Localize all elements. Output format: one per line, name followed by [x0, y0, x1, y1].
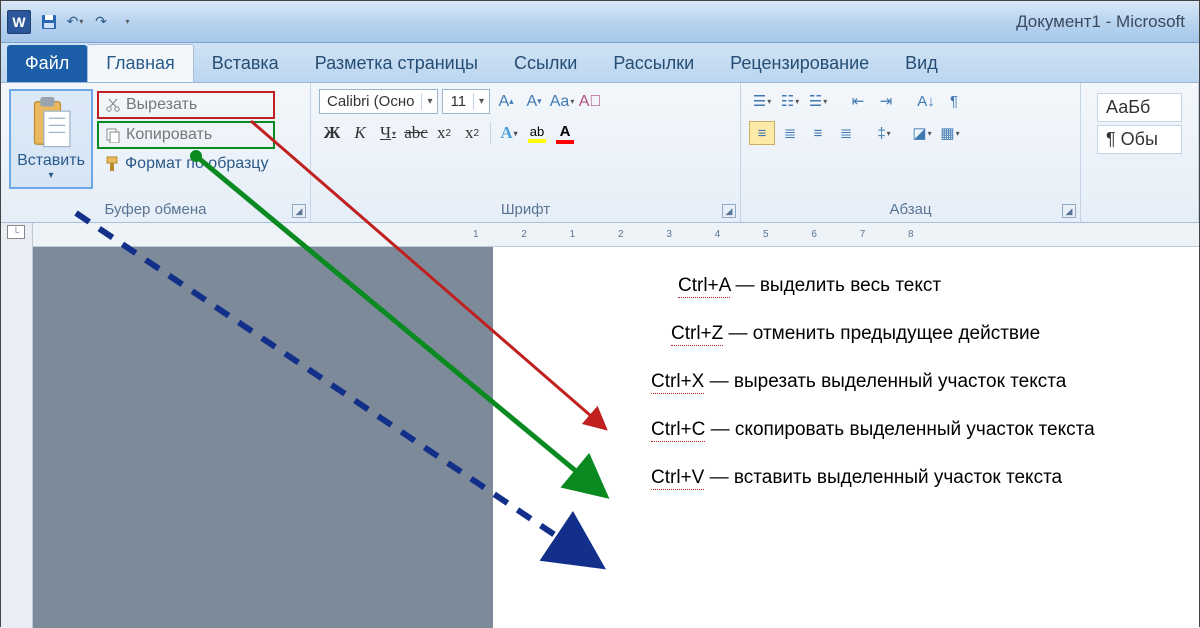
redo-icon[interactable]: ↷	[89, 10, 113, 34]
tab-references[interactable]: Ссылки	[496, 45, 595, 82]
group-font: Calibri (Осно▾ 11▾ A▴ A▾ Aa▾ A⃠ Ж К Ч▾ a…	[311, 83, 741, 222]
copy-label: Копировать	[126, 126, 212, 144]
quick-access-toolbar: ↶▾ ↷ ▾	[37, 10, 139, 34]
increase-indent-icon[interactable]: ⇥	[873, 89, 899, 113]
font-size-combo[interactable]: 11▾	[442, 89, 490, 114]
vertical-ruler: └	[1, 223, 33, 628]
tab-insert[interactable]: Вставка	[194, 45, 297, 82]
paste-dropdown-icon[interactable]: ▾	[48, 170, 53, 181]
grow-font-icon[interactable]: A▴	[494, 90, 518, 114]
save-icon[interactable]	[37, 10, 61, 34]
title-bar: W ↶▾ ↷ ▾ Документ1 - Microsoft	[1, 1, 1199, 43]
cut-label: Вырезать	[126, 96, 197, 114]
style-preview-2[interactable]: ¶ Обы	[1097, 125, 1182, 154]
italic-button[interactable]: К	[347, 120, 373, 146]
font-color-button[interactable]: A	[552, 123, 578, 144]
ribbon: Вставить ▾ Вырезать Копировать Формат по…	[1, 83, 1199, 223]
qat-customize-icon[interactable]: ▾	[115, 10, 139, 34]
tab-review[interactable]: Рецензирование	[712, 45, 887, 82]
align-center-icon[interactable]: ≣	[777, 121, 803, 145]
font-name-combo[interactable]: Calibri (Осно▾	[319, 89, 438, 114]
undo-icon[interactable]: ↶▾	[63, 10, 87, 34]
doc-line-2: Ctrl+Z — отменить предыдущее действие	[671, 323, 1179, 345]
horizontal-ruler: 1 2 1 2 3 4 5 6 7 8	[33, 223, 1199, 247]
scissors-icon	[105, 97, 121, 113]
group-styles: АаБб ¶ Обы	[1081, 83, 1199, 222]
font-name-value: Calibri (Осно	[320, 90, 421, 113]
paste-icon	[27, 97, 75, 149]
font-launcher-icon[interactable]: ◢	[722, 204, 736, 218]
paste-button[interactable]: Вставить ▾	[9, 89, 93, 189]
line-spacing-icon[interactable]: ‡▾	[871, 121, 897, 145]
clipboard-launcher-icon[interactable]: ◢	[292, 204, 306, 218]
clear-format-icon[interactable]: A⃠	[578, 90, 602, 114]
show-marks-icon[interactable]: ¶	[941, 89, 967, 113]
page[interactable]: Ctrl+A — выделить весь текст Ctrl+Z — от…	[493, 247, 1199, 628]
strike-button[interactable]: abc	[403, 120, 429, 146]
document-area: Ctrl+A — выделить весь текст Ctrl+Z — от…	[33, 247, 1199, 628]
chevron-down-icon[interactable]: ▾	[421, 93, 437, 110]
doc-line-3: Ctrl+X — вырезать выделенный участок тек…	[651, 371, 1179, 393]
document-title: Документ1 - Microsoft	[1016, 12, 1193, 32]
sort-icon[interactable]: A↓	[913, 89, 939, 113]
multilevel-icon[interactable]: ☱▾	[805, 89, 831, 113]
page-margin	[33, 247, 493, 628]
bold-button[interactable]: Ж	[319, 120, 345, 146]
change-case-icon[interactable]: Aa▾	[550, 90, 574, 114]
tab-mailings[interactable]: Рассылки	[595, 45, 712, 82]
paragraph-launcher-icon[interactable]: ◢	[1062, 204, 1076, 218]
copy-button[interactable]: Копировать	[97, 121, 275, 149]
format-painter-label: Формат по образцу	[125, 155, 268, 173]
numbering-icon[interactable]: ☷▾	[777, 89, 803, 113]
doc-line-5: Ctrl+V — вставить выделенный участок тек…	[651, 467, 1179, 489]
bullets-icon[interactable]: ☰▾	[749, 89, 775, 113]
highlight-button[interactable]: ab	[524, 124, 550, 143]
decrease-indent-icon[interactable]: ⇤	[845, 89, 871, 113]
tab-home[interactable]: Главная	[87, 44, 194, 82]
shading-icon[interactable]: ◪▾	[909, 121, 935, 145]
group-font-title: Шрифт	[319, 199, 732, 220]
ribbon-tabs: Файл Главная Вставка Разметка страницы С…	[1, 43, 1199, 83]
format-painter-button[interactable]: Формат по образцу	[97, 151, 275, 177]
subscript-button[interactable]: x2	[431, 120, 457, 146]
format-painter-icon	[104, 156, 120, 172]
group-clipboard: Вставить ▾ Вырезать Копировать Формат по…	[1, 83, 311, 222]
superscript-button[interactable]: x2	[459, 120, 485, 146]
tab-layout[interactable]: Разметка страницы	[297, 45, 496, 82]
underline-button[interactable]: Ч▾	[375, 120, 401, 146]
borders-icon[interactable]: ▦▾	[937, 121, 963, 145]
group-paragraph-title: Абзац	[749, 199, 1072, 220]
group-paragraph: ☰▾ ☷▾ ☱▾ ⇤ ⇥ A↓ ¶ ≡ ≣ ≡ ≣ ‡▾ ◪▾ ▦▾	[741, 83, 1081, 222]
chevron-down-icon[interactable]: ▾	[473, 93, 489, 110]
justify-icon[interactable]: ≣	[833, 121, 859, 145]
group-clipboard-title: Буфер обмена	[9, 199, 302, 220]
tab-file[interactable]: Файл	[7, 45, 87, 82]
text-effects-icon[interactable]: A▾	[496, 120, 522, 146]
app-icon: W	[7, 10, 31, 34]
doc-line-4: Ctrl+C — скопировать выделенный участок …	[651, 419, 1179, 441]
align-right-icon[interactable]: ≡	[805, 121, 831, 145]
style-preview-1[interactable]: АаБб	[1097, 93, 1182, 122]
paste-label: Вставить	[17, 152, 85, 170]
font-size-value: 11	[443, 90, 473, 113]
tab-selector-icon[interactable]: └	[7, 225, 25, 239]
cut-button[interactable]: Вырезать	[97, 91, 275, 119]
tab-view[interactable]: Вид	[887, 45, 956, 82]
workspace: └ 1 2 1 2 3 4 5 6 7 8 Ctrl+A — выделить …	[1, 223, 1199, 628]
doc-line-1: Ctrl+A — выделить весь текст	[678, 275, 1179, 297]
copy-icon	[105, 127, 121, 143]
align-left-icon[interactable]: ≡	[749, 121, 775, 145]
shrink-font-icon[interactable]: A▾	[522, 90, 546, 114]
